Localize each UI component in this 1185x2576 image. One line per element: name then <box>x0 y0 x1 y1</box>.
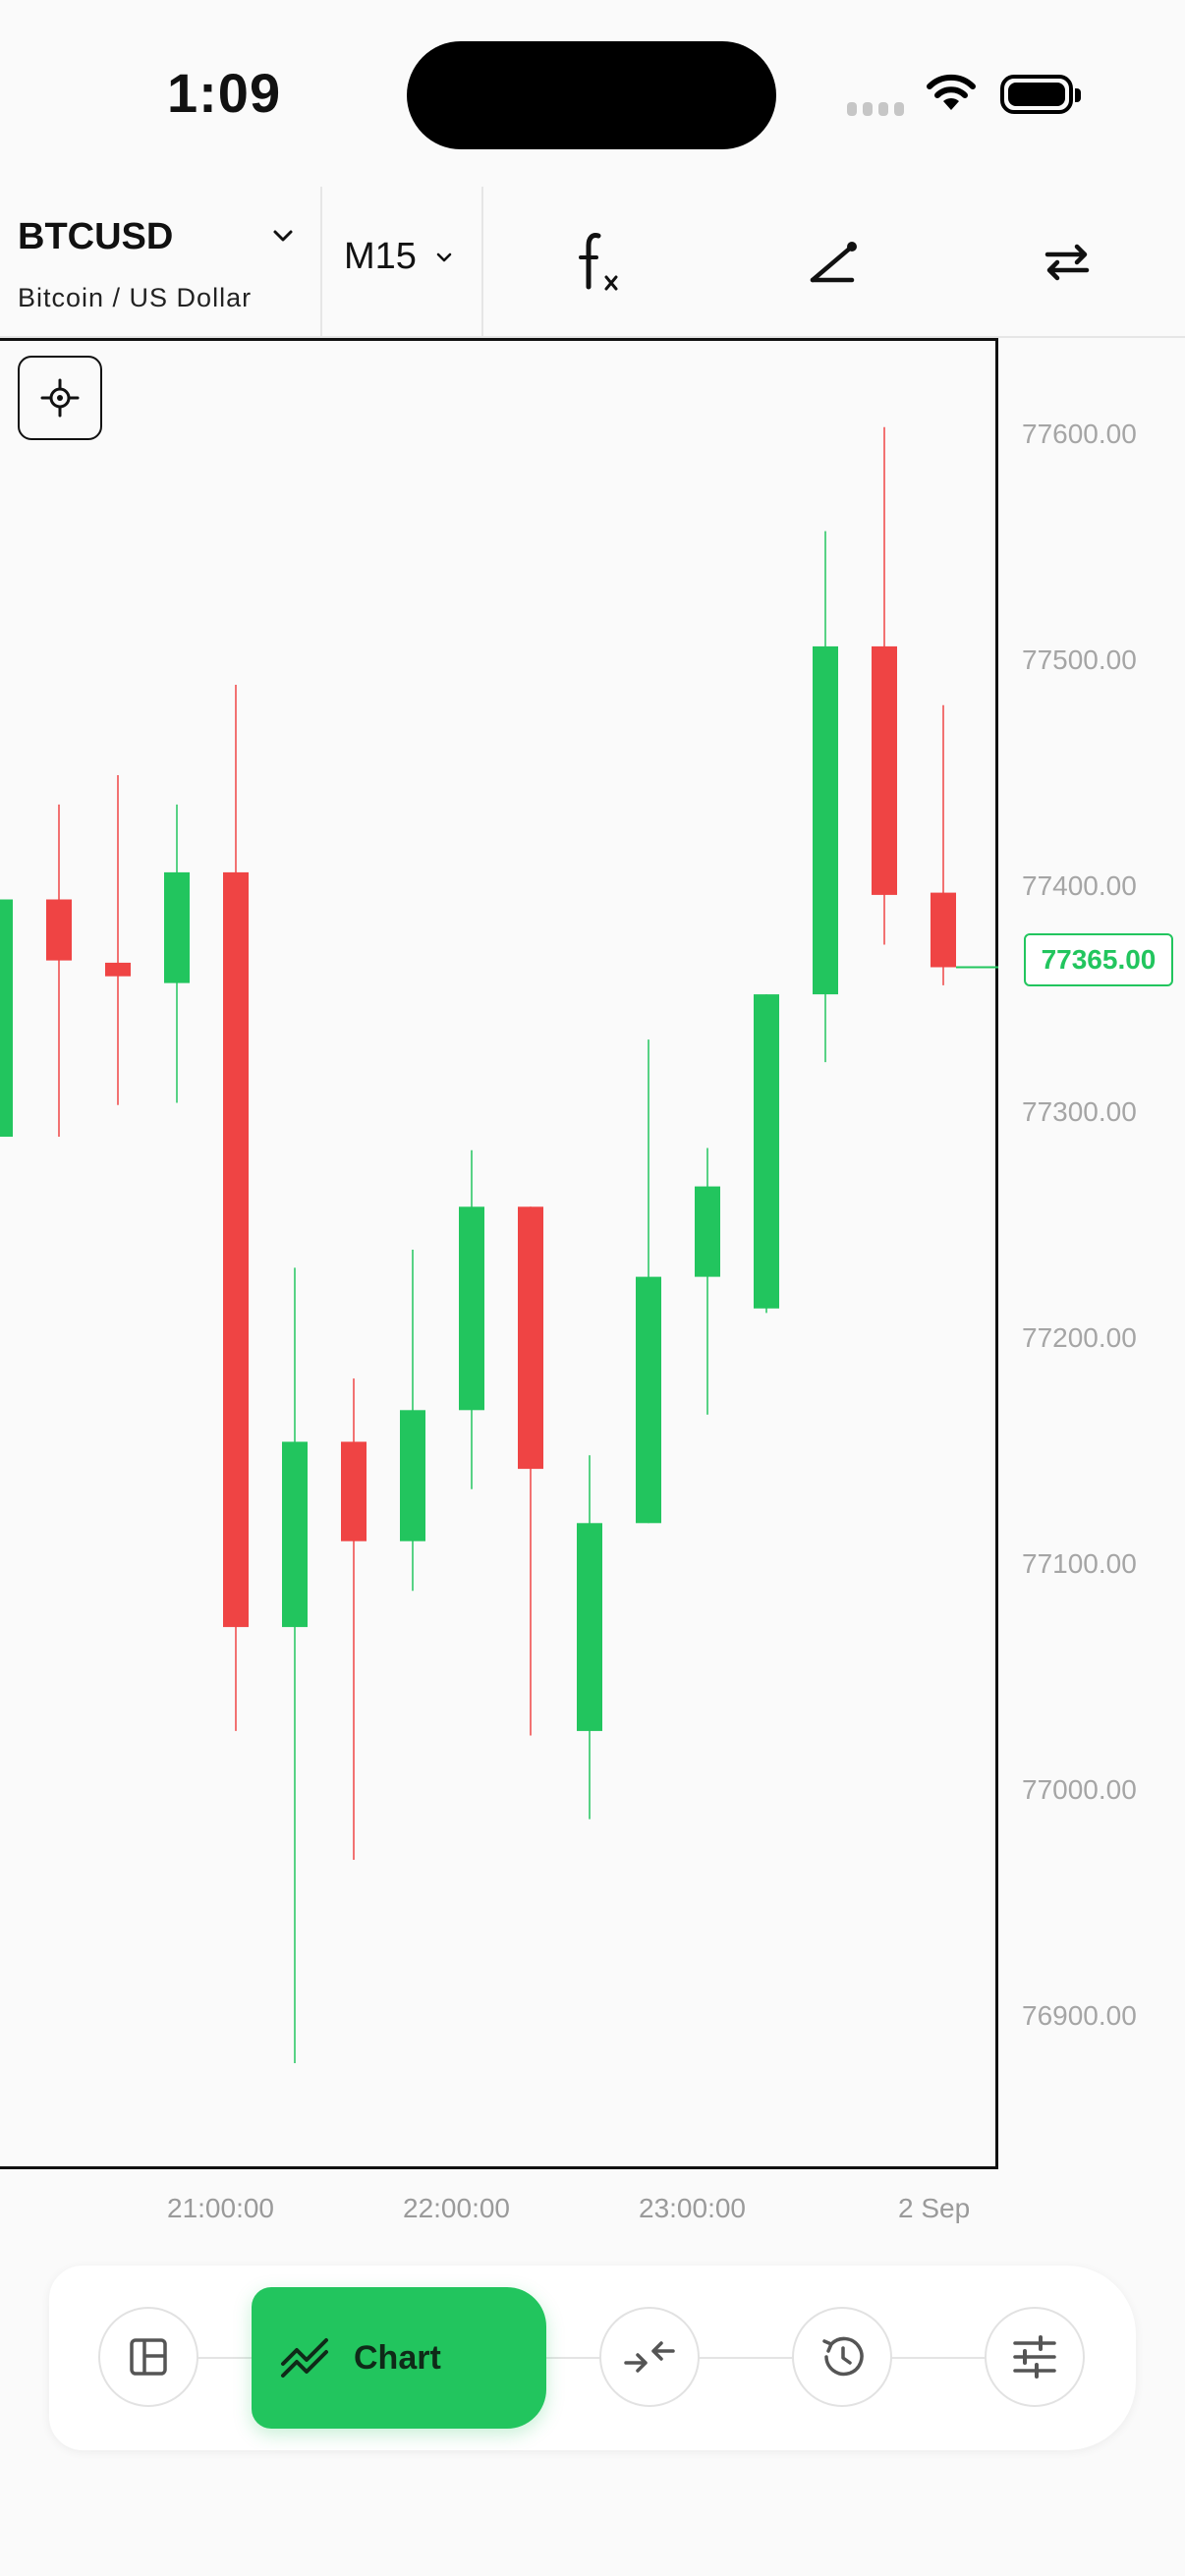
chevron-down-icon <box>273 230 293 242</box>
candle-body <box>0 899 13 1137</box>
swap-button[interactable] <box>1018 214 1116 308</box>
status-bar: 1:09 <box>0 0 1185 187</box>
candle <box>223 685 249 1731</box>
nav-settings-button[interactable] <box>985 2307 1085 2407</box>
nav-history-button[interactable] <box>792 2307 892 2407</box>
candle-body <box>105 962 131 977</box>
candle <box>282 1267 308 2063</box>
chart-area[interactable]: 77600.00 77500.00 77400.00 77300.00 7720… <box>0 338 1185 2223</box>
candle-body <box>754 994 779 1309</box>
candle <box>813 531 838 1063</box>
chevron-down-icon <box>436 252 452 262</box>
candle <box>518 1206 543 1736</box>
symbol-name: BTCUSD <box>18 216 174 257</box>
candle <box>341 1378 367 1860</box>
status-time: 1:09 <box>167 62 282 124</box>
candle <box>164 804 190 1103</box>
candle <box>577 1455 602 1820</box>
current-price-tag: 77365.00 <box>1024 933 1173 986</box>
sliders-icon <box>1013 2335 1056 2379</box>
candle-body <box>636 1276 661 1524</box>
candle <box>46 804 72 1137</box>
trade-arrows-icon <box>624 2341 675 2373</box>
x-axis-label: 21:00:00 <box>167 2193 274 2223</box>
candle-body <box>518 1206 543 1470</box>
y-axis-label: 77100.00 <box>1022 1548 1137 1579</box>
y-axis-label: 77000.00 <box>1022 1774 1137 1805</box>
candle <box>0 899 13 1137</box>
symbol-description: Bitcoin / US Dollar <box>18 283 253 312</box>
symbol-selector[interactable]: BTCUSD Bitcoin / US Dollar <box>0 187 322 336</box>
y-axis-label: 77600.00 <box>1022 419 1137 449</box>
drawing-tools-button[interactable] <box>786 214 884 308</box>
candle <box>872 426 897 945</box>
candle <box>459 1149 484 1489</box>
layout-icon <box>130 2338 167 2376</box>
y-axis-label: 77500.00 <box>1022 644 1137 675</box>
nav-chart-label: Chart <box>354 2338 441 2377</box>
history-icon <box>822 2336 864 2377</box>
timeframe-label: M15 <box>344 236 417 277</box>
candle-body <box>46 899 72 961</box>
line-tool-icon <box>810 242 857 283</box>
nav-trade-button[interactable] <box>599 2307 700 2407</box>
x-axis-label: 2 Sep <box>898 2193 971 2223</box>
crosshair-button[interactable] <box>18 356 102 440</box>
candle-body <box>400 1410 425 1541</box>
candle <box>931 704 956 985</box>
swap-arrows-icon <box>1044 244 1090 281</box>
candle-body <box>341 1441 367 1541</box>
candle-body <box>164 871 190 983</box>
candle <box>400 1250 425 1592</box>
candle-body <box>577 1523 602 1731</box>
cellular-signal-icon <box>847 102 904 116</box>
candle-body <box>223 871 249 1628</box>
function-icon <box>579 233 618 291</box>
bottom-nav: Chart <box>49 2266 1136 2450</box>
candle <box>105 775 131 1105</box>
candle-body <box>931 892 956 968</box>
dynamic-island <box>407 41 776 149</box>
chart-line-icon <box>281 2338 328 2378</box>
nav-chart-button[interactable]: Chart <box>252 2287 546 2429</box>
x-axis-label: 23:00:00 <box>639 2193 746 2223</box>
candle-body <box>695 1186 720 1277</box>
candle-body <box>872 645 897 895</box>
candle-body <box>459 1206 484 1411</box>
candle <box>636 1039 661 1524</box>
y-axis-label: 76900.00 <box>1022 2000 1137 2031</box>
candle <box>754 994 779 1314</box>
candlestick-chart <box>0 426 998 2063</box>
candle-body <box>813 645 838 995</box>
nav-layout-button[interactable] <box>98 2307 198 2407</box>
wifi-icon <box>927 74 976 110</box>
y-axis-label: 77200.00 <box>1022 1322 1137 1353</box>
x-axis-label: 22:00:00 <box>403 2193 510 2223</box>
timeframe-selector[interactable]: M15 <box>322 187 483 336</box>
battery-icon <box>1000 75 1081 114</box>
chart-toolbar: BTCUSD Bitcoin / US Dollar M15 <box>0 187 1185 338</box>
y-axis-label: 77400.00 <box>1022 870 1137 901</box>
candle <box>695 1148 720 1415</box>
candle-body <box>282 1441 308 1628</box>
y-axis-label: 77300.00 <box>1022 1096 1137 1127</box>
crosshair-icon <box>40 378 80 418</box>
indicators-button[interactable] <box>550 214 649 308</box>
